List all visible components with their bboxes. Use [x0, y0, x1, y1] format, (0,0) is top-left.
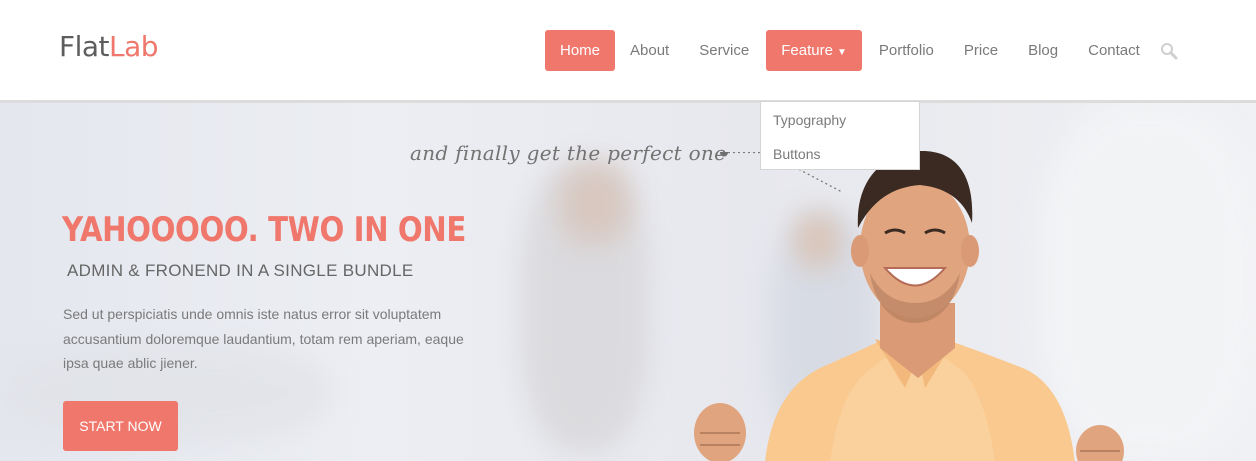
nav-item-price[interactable]: Price [949, 30, 1013, 71]
nav-item-home[interactable]: Home [545, 30, 616, 71]
start-now-button[interactable]: START NOW [63, 401, 178, 451]
hero-title: YAHOOOOO. TWO IN ONE [62, 210, 466, 250]
nav-item-feature[interactable]: Feature ▼ [766, 30, 862, 71]
nav-item-contact[interactable]: Contact [1073, 30, 1155, 71]
hero-person-image [694, 150, 1124, 461]
hero-subtitle: ADMIN & FRONEND IN A SINGLE BUNDLE [67, 261, 414, 280]
dropdown-item-typography[interactable]: Typography [761, 109, 919, 143]
nav-item-portfolio[interactable]: Portfolio [864, 30, 949, 71]
nav-item-service[interactable]: Service [684, 30, 764, 71]
hero-description: Sed ut perspiciatis unde omnis iste natu… [63, 306, 464, 371]
logo-text-lab: Lab [109, 30, 159, 63]
nav-item-feature-label: Feature [781, 42, 833, 59]
logo[interactable]: FlatLab [59, 30, 159, 63]
dropdown-item-buttons[interactable]: Buttons [761, 143, 919, 177]
chevron-down-icon: ▼ [836, 47, 847, 58]
main-nav: Home About Service Feature ▼ Portfolio Pr… [545, 30, 1179, 71]
search-icon[interactable] [1159, 41, 1179, 61]
logo-text-flat: Flat [59, 30, 110, 63]
nav-item-about[interactable]: About [615, 30, 684, 71]
site-header: FlatLab Home About Service Feature ▼ Port… [0, 0, 1256, 103]
hero-tagline: and finally get the perfect one [410, 141, 727, 165]
feature-dropdown-menu: Typography Buttons [760, 101, 920, 170]
background-figure-head [560, 163, 630, 243]
hero-section: and finally get the perfect one YAHOOOOO… [0, 103, 1256, 461]
nav-item-blog[interactable]: Blog [1013, 30, 1073, 71]
